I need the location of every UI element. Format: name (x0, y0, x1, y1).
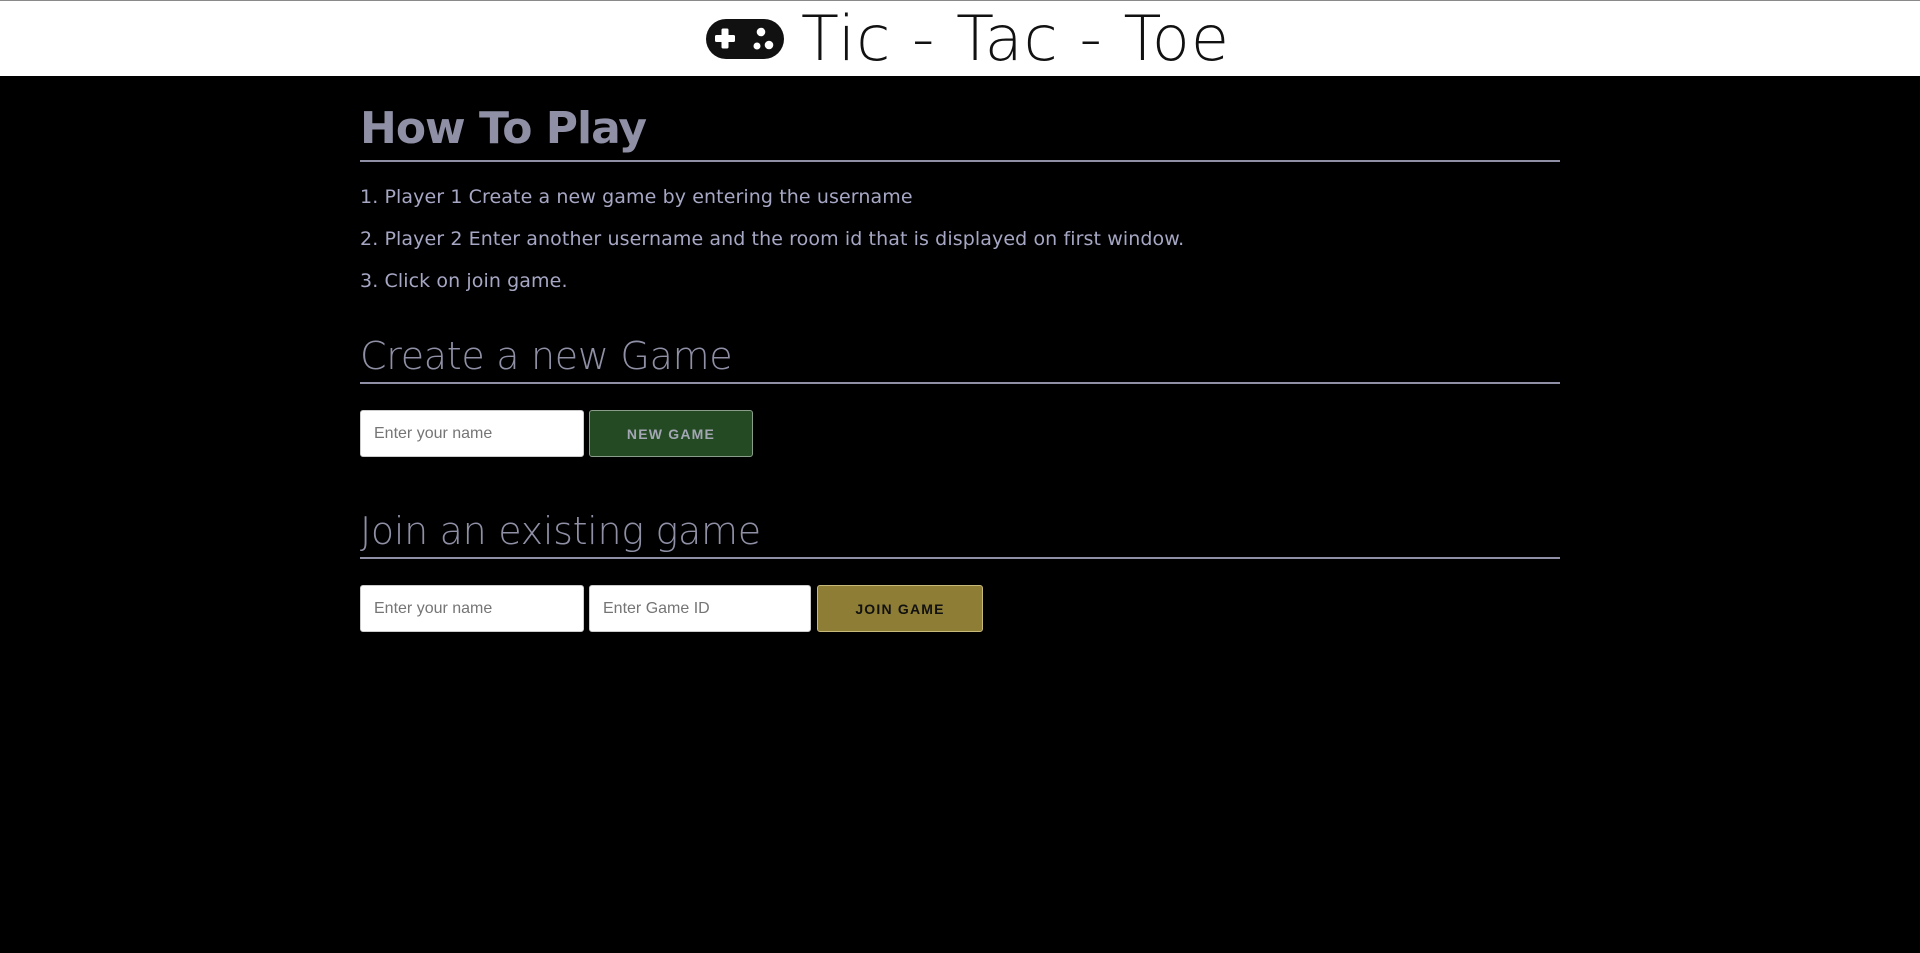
site-header: Tic - Tac - Toe (0, 0, 1920, 76)
how-to-play-heading: How To Play (360, 100, 1560, 162)
join-name-input[interactable] (360, 585, 584, 632)
game-id-input[interactable] (589, 585, 811, 632)
create-name-input[interactable] (360, 410, 584, 457)
instructions-list: 1. Player 1 Create a new game by enterin… (360, 186, 1560, 312)
site-title: Tic - Tac - Toe (801, 2, 1230, 75)
join-game-button[interactable]: JOIN GAME (817, 585, 983, 632)
join-game-heading: Join an existing game (360, 509, 1560, 559)
instruction-step: 1. Player 1 Create a new game by enterin… (360, 186, 913, 208)
create-game-heading: Create a new Game (360, 334, 1560, 384)
instruction-step: 3. Click on join game. (360, 270, 568, 292)
gamepad-icon (706, 19, 784, 59)
instruction-step: 2. Player 2 Enter another username and t… (360, 228, 1185, 250)
new-game-button[interactable]: NEW GAME (589, 410, 753, 457)
brand: Tic - Tac - Toe (705, 3, 1230, 75)
